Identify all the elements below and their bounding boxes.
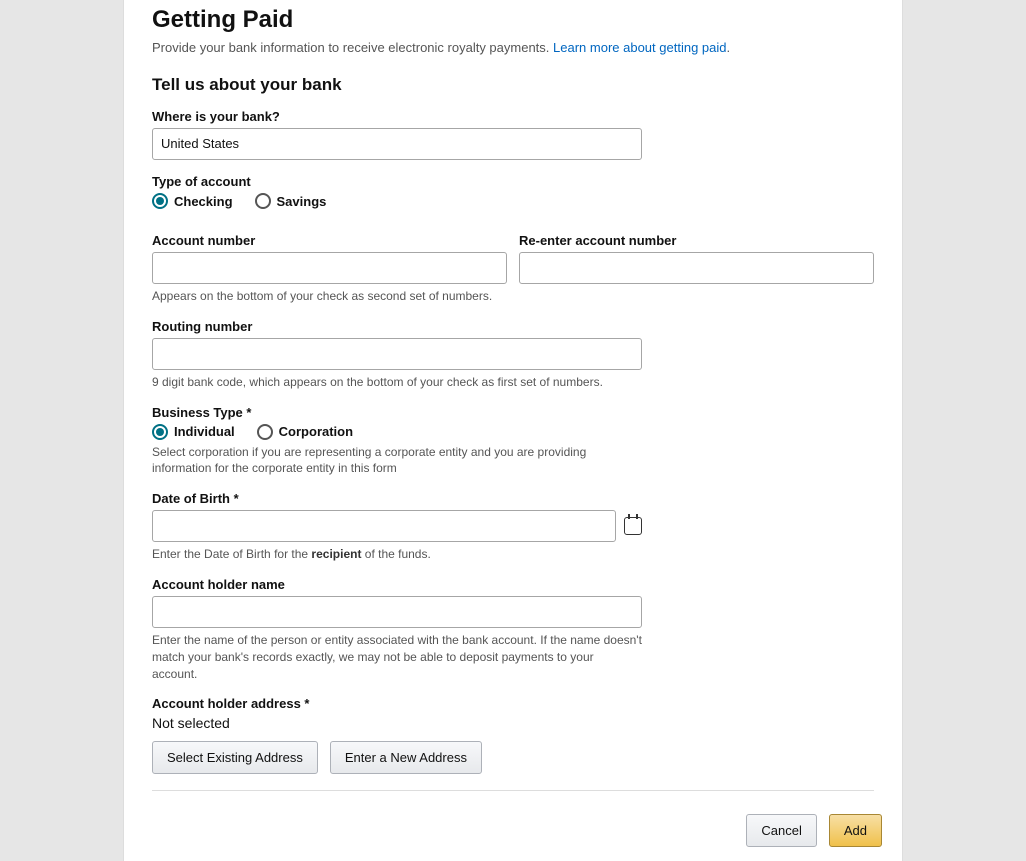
page-subheading: Provide your bank information to receive… [152,40,874,55]
bank-location-label: Where is your bank? [152,109,874,124]
dob-label: Date of Birth * [152,491,642,506]
radio-icon [257,424,273,440]
account-type-savings-radio[interactable]: Savings [255,193,327,209]
dob-hint-post: of the funds. [361,547,430,561]
routing-number-hint: 9 digit bank code, which appears on the … [152,374,642,391]
radio-icon [152,193,168,209]
learn-more-link[interactable]: Learn more about getting paid [553,40,726,55]
account-number-label: Account number [152,233,507,248]
dob-hint: Enter the Date of Birth for the recipien… [152,546,642,563]
radio-icon [255,193,271,209]
enter-new-address-button[interactable]: Enter a New Address [330,741,482,774]
holder-address-value: Not selected [152,715,642,731]
business-type-hint: Select corporation if you are representi… [152,444,642,478]
routing-number-input[interactable] [152,338,642,370]
bank-section-title: Tell us about your bank [152,75,874,95]
page-title: Getting Paid [152,0,874,34]
reenter-account-number-label: Re-enter account number [519,233,874,248]
account-type-checking-radio[interactable]: Checking [152,193,233,209]
radio-label: Corporation [279,424,353,439]
dob-input[interactable] [152,510,616,542]
business-type-corporation-radio[interactable]: Corporation [257,424,353,440]
account-type-label: Type of account [152,174,874,189]
radio-icon [152,424,168,440]
radio-label: Checking [174,194,233,209]
cancel-button[interactable]: Cancel [746,814,816,847]
calendar-icon[interactable] [624,517,642,535]
add-button[interactable]: Add [829,814,882,847]
routing-number-label: Routing number [152,319,642,334]
business-type-label: Business Type * [152,405,642,420]
radio-label: Savings [277,194,327,209]
holder-address-label: Account holder address * [152,696,642,711]
radio-label: Individual [174,424,235,439]
holder-name-label: Account holder name [152,577,642,592]
reenter-account-number-input[interactable] [519,252,874,284]
select-existing-address-button[interactable]: Select Existing Address [152,741,318,774]
dob-hint-pre: Enter the Date of Birth for the [152,547,311,561]
account-number-input[interactable] [152,252,507,284]
footer-divider [152,790,874,791]
subheading-text: Provide your bank information to receive… [152,40,553,55]
account-number-hint: Appears on the bottom of your check as s… [152,288,507,305]
holder-name-input[interactable] [152,596,642,628]
dob-hint-bold: recipient [311,547,361,561]
bank-location-select[interactable]: United States [152,128,642,160]
business-type-individual-radio[interactable]: Individual [152,424,235,440]
holder-name-hint: Enter the name of the person or entity a… [152,632,642,682]
